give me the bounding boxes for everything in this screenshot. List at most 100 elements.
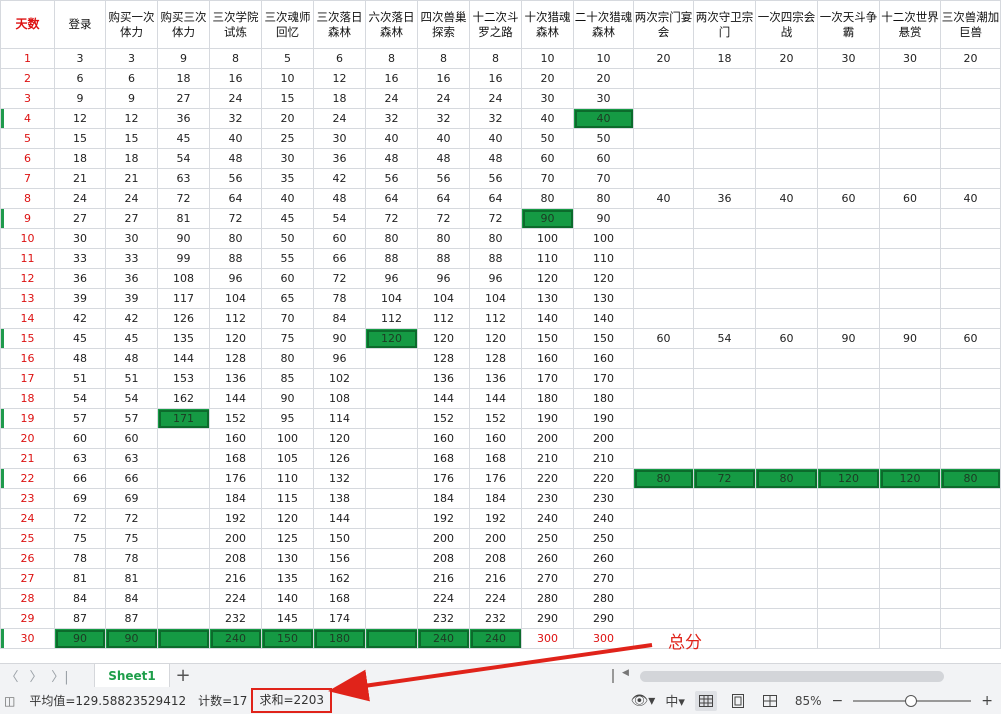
column-header[interactable]: 三次落日森林 xyxy=(313,0,366,49)
cell[interactable]: 48 xyxy=(313,188,366,209)
cell[interactable] xyxy=(879,248,941,269)
cell[interactable]: 63 xyxy=(105,448,158,469)
cell[interactable]: 16 xyxy=(209,68,262,89)
cell[interactable]: 12 xyxy=(54,108,106,129)
cell[interactable]: 20 xyxy=(940,48,1001,69)
cell[interactable]: 35 xyxy=(261,168,314,189)
cell[interactable]: 42 xyxy=(54,308,106,329)
cell[interactable]: 168 xyxy=(469,448,522,469)
day-cell[interactable]: 23 xyxy=(0,488,55,509)
cell[interactable]: 150 xyxy=(261,628,314,649)
column-header[interactable]: 十二次世界悬赏 xyxy=(879,0,941,49)
cell[interactable] xyxy=(365,468,418,489)
cell[interactable] xyxy=(755,608,818,629)
cell[interactable]: 20 xyxy=(261,108,314,129)
cell[interactable]: 81 xyxy=(157,208,210,229)
cell[interactable] xyxy=(817,548,880,569)
cell[interactable]: 144 xyxy=(209,388,262,409)
cell[interactable]: 160 xyxy=(417,428,470,449)
cell[interactable]: 232 xyxy=(469,608,522,629)
cell[interactable]: 120 xyxy=(209,328,262,349)
cell[interactable] xyxy=(940,268,1001,289)
cell[interactable]: 104 xyxy=(209,288,262,309)
column-header[interactable]: 天数 xyxy=(0,0,55,49)
cell[interactable]: 96 xyxy=(417,268,470,289)
day-cell[interactable]: 29 xyxy=(0,608,55,629)
cell[interactable]: 40 xyxy=(365,128,418,149)
cell[interactable]: 70 xyxy=(521,168,574,189)
cell[interactable] xyxy=(817,248,880,269)
cell[interactable] xyxy=(817,228,880,249)
cell[interactable] xyxy=(940,288,1001,309)
cell[interactable]: 50 xyxy=(573,128,634,149)
cell[interactable]: 270 xyxy=(573,568,634,589)
cell[interactable] xyxy=(879,308,941,329)
cell[interactable]: 126 xyxy=(157,308,210,329)
cell[interactable] xyxy=(817,288,880,309)
cell[interactable] xyxy=(940,548,1001,569)
column-header[interactable]: 三次魂师回忆 xyxy=(261,0,314,49)
horizontal-scrollbar[interactable] xyxy=(640,671,944,682)
cell[interactable]: 21 xyxy=(54,168,106,189)
cell[interactable]: 66 xyxy=(313,248,366,269)
day-cell[interactable]: 21 xyxy=(0,448,55,469)
cell[interactable] xyxy=(940,88,1001,109)
cell[interactable]: 90 xyxy=(261,388,314,409)
cell[interactable] xyxy=(755,88,818,109)
cell[interactable]: 72 xyxy=(417,208,470,229)
day-cell[interactable]: 20 xyxy=(0,428,55,449)
scroll-left-arrow-icon[interactable]: ◀ xyxy=(622,668,629,678)
cell[interactable] xyxy=(879,228,941,249)
cell[interactable] xyxy=(817,608,880,629)
cell[interactable]: 144 xyxy=(313,508,366,529)
day-cell[interactable]: 3 xyxy=(0,88,55,109)
cell[interactable] xyxy=(940,128,1001,149)
cell[interactable]: 24 xyxy=(105,188,158,209)
cell[interactable]: 60 xyxy=(521,148,574,169)
spreadsheet-grid[interactable]: 天数 登录 购买一次体力 购买三次体力 三次学院试炼 三次魂师回忆 三次落日森林 六次落日森林… xyxy=(0,0,1001,660)
cell[interactable] xyxy=(693,308,756,329)
cell[interactable]: 8 xyxy=(209,48,262,69)
cell[interactable] xyxy=(879,428,941,449)
cell[interactable]: 140 xyxy=(521,308,574,329)
cell[interactable] xyxy=(879,508,941,529)
cell[interactable]: 200 xyxy=(521,428,574,449)
cell[interactable] xyxy=(879,68,941,89)
cell[interactable]: 30 xyxy=(313,128,366,149)
cell[interactable]: 9 xyxy=(54,88,106,109)
cell[interactable]: 36 xyxy=(693,188,756,209)
cell[interactable]: 120 xyxy=(469,328,522,349)
cell[interactable]: 6 xyxy=(313,48,366,69)
cell[interactable] xyxy=(817,268,880,289)
cell[interactable]: 60 xyxy=(313,228,366,249)
cell[interactable] xyxy=(817,148,880,169)
day-cell[interactable]: 28 xyxy=(0,588,55,609)
cell[interactable] xyxy=(693,68,756,89)
cell[interactable]: 9 xyxy=(105,88,158,109)
cell[interactable] xyxy=(365,608,418,629)
cell[interactable]: 39 xyxy=(54,288,106,309)
cell[interactable]: 30 xyxy=(54,228,106,249)
cell[interactable]: 90 xyxy=(817,328,880,349)
cell[interactable]: 56 xyxy=(417,168,470,189)
cell[interactable]: 80 xyxy=(940,468,1001,489)
column-header[interactable]: 四次兽巢探索 xyxy=(417,0,470,49)
cell[interactable] xyxy=(633,248,694,269)
day-cell[interactable]: 13 xyxy=(0,288,55,309)
cell[interactable] xyxy=(633,128,694,149)
cell[interactable]: 104 xyxy=(469,288,522,309)
cell[interactable]: 72 xyxy=(157,188,210,209)
day-cell[interactable]: 22 xyxy=(0,468,55,489)
cell[interactable]: 8 xyxy=(417,48,470,69)
cell[interactable]: 42 xyxy=(105,308,158,329)
cell[interactable] xyxy=(633,508,694,529)
day-cell[interactable]: 12 xyxy=(0,268,55,289)
cell[interactable]: 232 xyxy=(209,608,262,629)
column-header[interactable]: 十次猎魂森林 xyxy=(521,0,574,49)
cell[interactable]: 156 xyxy=(313,548,366,569)
cell[interactable]: 15 xyxy=(105,128,158,149)
normal-view-button[interactable] xyxy=(694,690,717,711)
cell[interactable]: 27 xyxy=(54,208,106,229)
cell[interactable] xyxy=(157,448,210,469)
cell[interactable]: 42 xyxy=(313,168,366,189)
